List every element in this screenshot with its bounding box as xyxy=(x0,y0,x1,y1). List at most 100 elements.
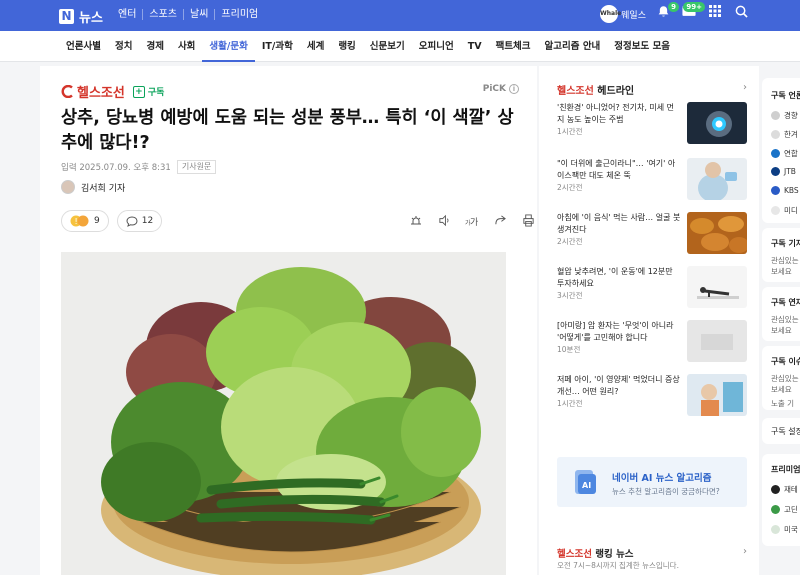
share-icon[interactable] xyxy=(493,214,507,228)
category-tab[interactable]: 신문보기 xyxy=(363,31,412,62)
ranking-news-title[interactable]: 헬스조선 랭킹 뉴스 xyxy=(557,546,634,560)
app-grid-icon[interactable] xyxy=(706,5,724,23)
subscribed-press-title[interactable]: 구독 언론 xyxy=(771,90,800,101)
press-name: 한겨 xyxy=(784,130,798,139)
premium-item[interactable]: 고딘 xyxy=(771,504,798,515)
list-item[interactable]: 저페 아이, '이 영양제' 먹었더니 증상 개선… 어떤 원리? 1시간전 xyxy=(557,374,747,420)
sidebar-press-name: 헬스조선 xyxy=(557,86,594,97)
print-icon[interactable] xyxy=(521,214,535,228)
subscribed-press-item[interactable]: 미디 xyxy=(771,205,798,216)
subscribed-reporters-box: 구독 기자 관심있는 보세요 xyxy=(762,228,800,282)
category-tab[interactable]: 언론사별 xyxy=(59,31,108,62)
notification-bell-icon[interactable]: 9 xyxy=(654,2,679,23)
list-item[interactable]: 혈압 낮추려면, '이 운동'에 12분만 투자하세요 3시간전 xyxy=(557,266,747,312)
press-name: 경향 xyxy=(784,111,798,120)
premium-item[interactable]: 재테 xyxy=(771,484,798,495)
whale-label: 웨일스 xyxy=(621,10,646,21)
category-tab[interactable]: TV xyxy=(461,31,489,62)
news-time: 3시간전 xyxy=(557,291,583,300)
svg-text:!: ! xyxy=(75,217,78,226)
ranking-press-name: 헬스조선 xyxy=(557,549,592,560)
category-tab[interactable]: 세계 xyxy=(300,31,331,62)
press-name: 연합 xyxy=(784,149,798,158)
top-nav-weather[interactable]: 날씨 xyxy=(183,9,214,20)
subscribe-button[interactable]: + 구독 xyxy=(132,85,164,98)
mail-badge: 99+ xyxy=(683,2,705,12)
original-article-link[interactable]: 기사원문 xyxy=(176,160,217,174)
font-size-icon[interactable]: 가가 xyxy=(465,214,479,228)
list-item[interactable]: "이 더위에 출근이라니"… '여기' 아이스팩만 대도 체온 뚝 2시간전 xyxy=(557,158,747,204)
author-name: 김서희 기자 xyxy=(81,183,126,194)
chevron-right-icon[interactable]: › xyxy=(743,82,747,93)
list-item[interactable]: '친환경' 아니었어? 전기차, 미세 먼지 농도 높이는 주범 1시간전 xyxy=(557,102,747,148)
list-item[interactable]: 아침에 '이 음식' 먹는 사람… 얼굴 붓 생겨진다 2시간전 xyxy=(557,212,747,258)
subscription-settings-label: 구독 설정 xyxy=(771,427,800,436)
list-item[interactable]: [아미랑] 암 환자는 '무엇'이 아니라 '어떻게'를 고민해야 합니다 10… xyxy=(557,320,747,366)
article-tools: 가가 xyxy=(409,214,537,228)
naver-news-logo[interactable]: N 뉴스 xyxy=(59,7,103,26)
category-tab[interactable]: 정정보도 모음 xyxy=(607,31,677,62)
subscribed-reporters-title[interactable]: 구독 기자 xyxy=(771,238,800,249)
reaction-button[interactable]: ! 9 xyxy=(61,210,109,232)
subscribed-reporters-text: 관심있는 xyxy=(771,256,799,265)
top-nav: 엔터 스포츠 날씨 프리미엄 xyxy=(112,9,264,20)
ai-algorithm-banner[interactable]: AI 네이버 AI 뉴스 알고리즘 뉴스 추천 알고리즘이 궁금하다면? xyxy=(557,457,747,507)
premium-name: 고딘 xyxy=(784,505,798,514)
search-icon[interactable] xyxy=(732,5,750,23)
subscribed-series-text: 관심있는 xyxy=(771,315,799,324)
press-logo-icon xyxy=(771,186,780,195)
comment-button[interactable]: 12 xyxy=(116,210,163,232)
subscribed-issues-box: 구독 이슈 관심있는 보세요 노출 기 xyxy=(762,346,800,410)
category-nav: 언론사별 정치 경제 사회 생활/문화 IT/과학 세계 랭킹 신문보기 오피니언 TV 팩트체크 알고… xyxy=(59,31,677,62)
press-logo[interactable]: 헬스조선 xyxy=(77,82,125,101)
ai-banner-title: 네이버 AI 뉴스 알고리즘 xyxy=(612,473,712,484)
category-tab[interactable]: 랭킹 xyxy=(331,31,362,62)
press-logo-icon xyxy=(771,149,780,158)
press-logo-icon xyxy=(61,85,73,98)
category-tab[interactable]: 알고리즘 안내 xyxy=(538,31,608,62)
category-tab[interactable]: 사회 xyxy=(171,31,202,62)
subscribed-series-text: 보세요 xyxy=(771,326,792,335)
news-thumbnail xyxy=(687,374,747,416)
subscribed-press-item[interactable]: 한겨 xyxy=(771,129,798,140)
subscribed-series-box: 구독 연재 관심있는 보세요 xyxy=(762,287,800,341)
category-tab[interactable]: 정치 xyxy=(108,31,139,62)
pick-label[interactable]: PiCK i xyxy=(483,84,519,94)
sidebar-headline-title[interactable]: 헬스조선 헤드라인 xyxy=(557,82,634,97)
top-nav-entertainment[interactable]: 엔터 xyxy=(112,9,142,20)
category-tab[interactable]: 생활/문화 xyxy=(202,31,255,62)
category-tab[interactable]: 오피니언 xyxy=(412,31,461,62)
news-title: 아침에 '이 음식' 먹는 사람… 얼굴 붓 생겨진다 xyxy=(557,213,681,234)
category-tab[interactable]: IT/과학 xyxy=(255,31,300,62)
category-tab[interactable]: 팩트체크 xyxy=(489,31,538,62)
author[interactable]: 김서희 기자 xyxy=(61,180,125,194)
text-to-speech-icon[interactable] xyxy=(437,214,451,228)
premium-logo-icon xyxy=(771,525,780,534)
summary-icon[interactable] xyxy=(409,214,423,228)
press-name: 미디 xyxy=(784,206,798,215)
subscribed-issues-title[interactable]: 구독 이슈 xyxy=(771,356,800,367)
subscription-settings-box[interactable]: 구독 설정 xyxy=(762,418,800,444)
press-logo-icon xyxy=(771,206,780,215)
top-nav-sports[interactable]: 스포츠 xyxy=(142,9,183,20)
reaction-count: 9 xyxy=(94,216,100,226)
chevron-right-icon[interactable]: › xyxy=(743,546,747,557)
news-thumbnail xyxy=(687,102,747,144)
mail-icon[interactable]: 99+ xyxy=(680,2,705,23)
subscribed-issues-text: 노출 기 xyxy=(771,399,795,408)
ranking-subtitle: 오전 7시~8시까지 집계한 뉴스입니다. xyxy=(557,561,679,570)
subscribed-press-item[interactable]: 경향 xyxy=(771,110,798,121)
news-thumbnail xyxy=(687,158,747,200)
top-nav-premium[interactable]: 프리미엄 xyxy=(214,9,264,20)
info-icon: i xyxy=(509,84,519,94)
subscribed-press-item[interactable]: KBS xyxy=(771,186,799,195)
whale-profile[interactable]: Whale 웨일스 xyxy=(600,5,646,23)
premium-name: 재테 xyxy=(784,485,798,494)
subscribed-series-title[interactable]: 구독 연재 xyxy=(771,297,800,308)
premium-title[interactable]: 프리미엄 xyxy=(771,464,800,475)
category-tab[interactable]: 경제 xyxy=(139,31,170,62)
subscribed-press-item[interactable]: JTB xyxy=(771,167,796,176)
subscribed-press-item[interactable]: 연합 xyxy=(771,148,798,159)
press-logo-icon xyxy=(771,111,780,120)
premium-item[interactable]: 미국 xyxy=(771,524,798,535)
